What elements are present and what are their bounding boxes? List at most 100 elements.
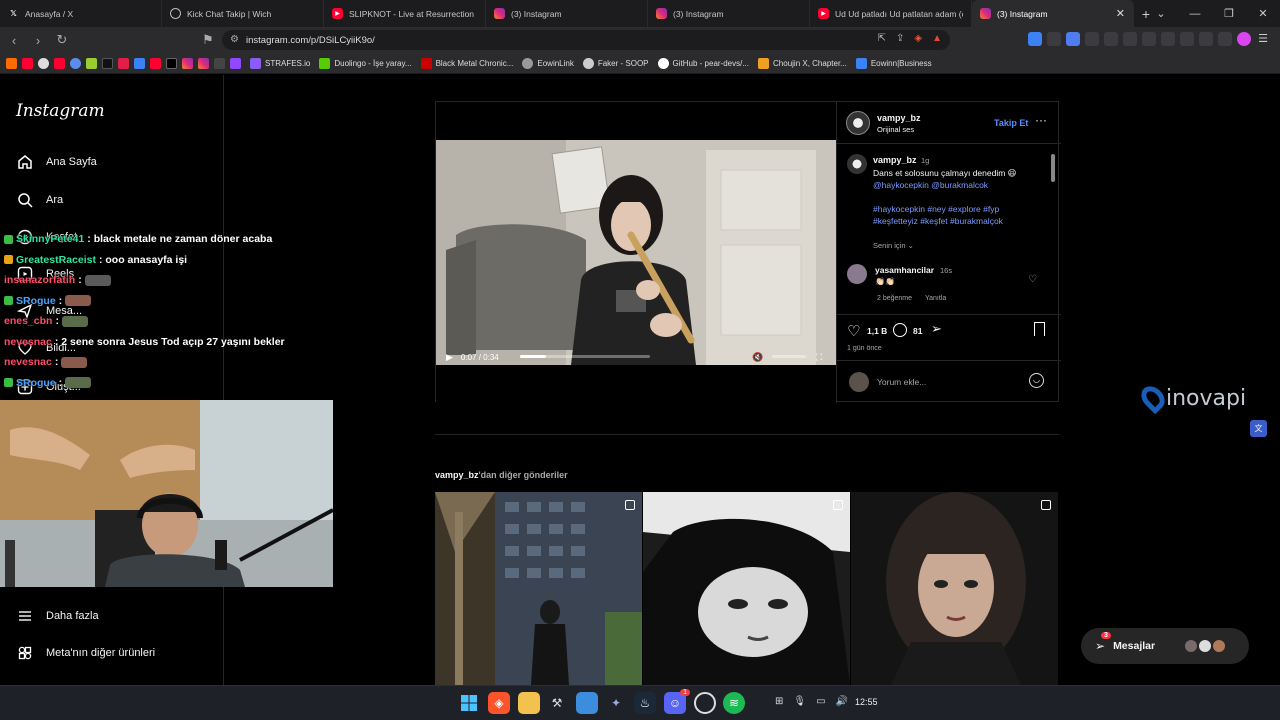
site-info-icon[interactable]: ⚙ [230, 34, 239, 45]
extensions-puzzle-icon[interactable] [1085, 32, 1099, 46]
volume-icon[interactable]: 🔊 [836, 696, 848, 707]
comments-scrollbar[interactable] [1051, 146, 1057, 311]
windows-start-icon[interactable] [458, 692, 480, 714]
comments-area[interactable]: vampy_bz 1g Dans et solosunu çalmayı den… [837, 144, 1061, 314]
tab-x[interactable]: 𝕏 Anasayfa / X [0, 0, 162, 27]
chat-username[interactable]: SRogue [16, 295, 56, 307]
bookmark-eowinn-business[interactable]: Eowinn|Business [855, 57, 932, 69]
comment-like-icon[interactable]: ♡ [1028, 274, 1037, 285]
clock[interactable]: 12:55 [855, 697, 878, 707]
nav-meta[interactable]: Meta'nın diğer ürünleri [16, 644, 155, 662]
wallet-icon[interactable] [1180, 32, 1194, 46]
instagram-icon[interactable] [198, 57, 209, 69]
nav-home[interactable]: Ana Sayfa [16, 153, 97, 171]
reload-icon[interactable]: ↻ [52, 30, 72, 50]
brave-shield-icon[interactable]: ◈ [914, 33, 922, 44]
obs-icon[interactable] [694, 692, 716, 714]
tab-instagram-2[interactable]: (3) Instagram [648, 0, 810, 27]
extension-icon[interactable] [1047, 32, 1061, 46]
twitch-icon[interactable] [230, 57, 241, 69]
caption-username[interactable]: vampy_bz [873, 155, 917, 165]
caption-hashtags[interactable]: #haykocepkin #ney #explore #fyp [873, 203, 1051, 215]
comment-icon[interactable] [893, 323, 907, 337]
post-audio[interactable]: Orijinal ses [877, 125, 914, 134]
app-icon[interactable]: ✦ [605, 692, 627, 714]
chat-username[interactable]: SkinnyPete41 [16, 233, 84, 245]
caption-mentions[interactable]: @haykocepkin @burakmalcok [873, 179, 1051, 191]
comment-count[interactable]: 81 [913, 326, 922, 336]
tray-grid-icon[interactable]: ⊞ [775, 696, 783, 707]
messages-button[interactable]: ➢ 3 Mesajlar [1081, 628, 1249, 664]
bookmark-icon[interactable]: ⚑ [198, 30, 218, 50]
extension-icon[interactable] [1028, 32, 1042, 46]
for-you-dropdown[interactable]: Senin için ⌄ [873, 241, 914, 250]
emoji-icon[interactable]: ◡ [1029, 373, 1044, 388]
vpn-icon[interactable] [1218, 32, 1232, 46]
chat-username[interactable]: insanazorfatih [4, 274, 75, 286]
video-progress-bar[interactable] [520, 355, 650, 358]
steam-icon[interactable]: ♨ [634, 692, 656, 714]
comment-input[interactable]: Yorum ekle... [877, 377, 926, 387]
bookmark-favicon[interactable] [6, 57, 17, 69]
chat-username[interactable]: nevesnac [4, 336, 52, 348]
bookmark-favicon[interactable] [214, 57, 225, 69]
sidebar-icon[interactable] [1161, 32, 1175, 46]
network-icon[interactable]: ▭ [816, 696, 825, 707]
tab-slipknot[interactable]: ▶SLIPKNOT - Live at Resurrection Fest [324, 0, 486, 27]
photos-icon[interactable] [576, 692, 598, 714]
file-explorer-icon[interactable] [518, 692, 540, 714]
tools-icon[interactable]: ⚒ [546, 692, 568, 714]
share-icon[interactable]: ⇪ [896, 33, 904, 44]
restore-icon[interactable]: ❐ [1212, 0, 1246, 27]
discord-icon[interactable]: ☺ 1 [664, 689, 690, 714]
fullscreen-icon[interactable]: ⛶ [816, 352, 822, 363]
volume-slider[interactable] [772, 355, 806, 358]
nav-search[interactable]: Ara [16, 191, 63, 209]
tab-instagram-1[interactable]: (3) Instagram [486, 0, 648, 27]
translate-icon[interactable]: 文 [1250, 420, 1267, 437]
tab-instagram-active[interactable]: (3) Instagram ✕ [972, 0, 1134, 27]
profile-icon[interactable] [1237, 32, 1251, 46]
youtube-icon[interactable] [54, 57, 65, 69]
post-thumbnail[interactable] [435, 492, 642, 685]
youtube-icon[interactable] [22, 57, 33, 69]
post-thumbnail[interactable] [851, 492, 1058, 685]
commenter-avatar[interactable] [847, 264, 867, 284]
save-icon[interactable] [1034, 322, 1045, 336]
extension-icon[interactable] [1123, 32, 1137, 46]
url-bar[interactable]: ⚙ instagram.com/p/DSiLCyiiK9o/ ⇱ ⇪ ◈ ▲ [222, 30, 950, 50]
video-frame[interactable] [436, 140, 836, 365]
tiktok-icon[interactable] [102, 57, 113, 69]
open-external-icon[interactable]: ⇱ [878, 33, 886, 44]
forward-icon[interactable]: › [28, 30, 48, 50]
bookmark-duolingo[interactable]: Duolingo - İşe yaray... [319, 57, 412, 69]
minimize-icon[interactable]: — [1178, 0, 1212, 27]
x-icon[interactable] [166, 57, 177, 69]
follow-button[interactable]: Takip Et [994, 118, 1028, 128]
tab-kick-chat[interactable]: Kick Chat Takip | Wich [162, 0, 324, 27]
bookmark-favicon[interactable] [86, 57, 97, 69]
mute-icon[interactable]: 🔇 [752, 352, 763, 363]
chat-username[interactable]: nevesnac [4, 356, 52, 368]
nav-more[interactable]: Daha fazla [16, 607, 99, 625]
tab-ud[interactable]: ▶ Ud Ud patladı Ud patlatan adam (ca [810, 0, 972, 27]
more-options-icon[interactable]: ··· [1035, 113, 1047, 127]
close-tab-icon[interactable]: ✕ [1116, 7, 1125, 20]
like-icon[interactable]: ♡ [847, 322, 860, 340]
spotify-icon[interactable]: ≋ [723, 692, 745, 714]
comment-likes[interactable]: 2 beğenme [877, 295, 912, 302]
leo-icon[interactable] [1199, 32, 1213, 46]
extension-icon[interactable] [1066, 32, 1080, 46]
instagram-icon[interactable] [182, 57, 193, 69]
chat-username[interactable]: GreatestRaceist [16, 254, 96, 266]
share-icon[interactable]: ➢ [931, 321, 942, 337]
avatar[interactable] [846, 111, 870, 135]
bookmark-github[interactable]: GitHub - pear-devs/... [657, 57, 749, 69]
chat-username[interactable]: enes_cbn [4, 315, 52, 327]
instagram-logo[interactable]: Instagram [16, 101, 105, 121]
back-icon[interactable]: ‹ [4, 30, 24, 50]
my-avatar[interactable] [849, 372, 869, 392]
bookmark-eowinlink[interactable]: EowinLink [522, 57, 574, 69]
bookmark-favicon[interactable] [134, 57, 145, 69]
brave-browser-icon[interactable]: ◈ [488, 692, 510, 714]
